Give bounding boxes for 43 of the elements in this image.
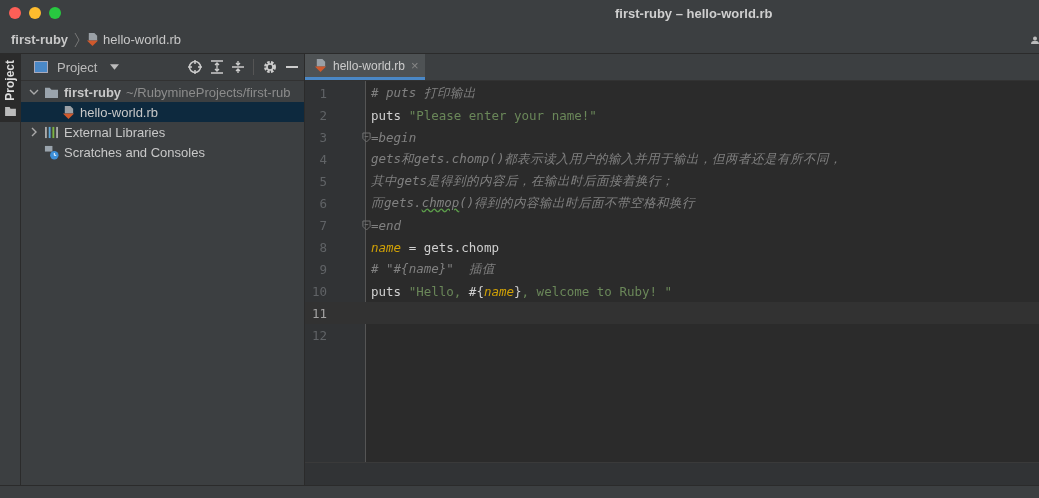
dropdown-caret-icon[interactable]: [110, 64, 120, 70]
code-line: # puts 打印输出: [371, 84, 476, 102]
window-icon: [34, 61, 48, 73]
chevron-right-icon[interactable]: [29, 127, 39, 137]
line-number: 11: [310, 305, 327, 321]
breadcrumb-separator-icon: [74, 31, 81, 48]
project-path: ~/RubymineProjects/first-rub: [126, 84, 291, 100]
fold-marker-icon[interactable]: [362, 131, 371, 143]
chevron-down-icon[interactable]: [29, 87, 39, 97]
editor-tab[interactable]: hello-world.rb ×: [305, 54, 425, 80]
code-line: =end: [371, 217, 402, 233]
code-line: 而gets.chmop()得到的内容输出时后面不带空格和换行: [371, 194, 696, 212]
locate-icon[interactable]: [188, 60, 202, 74]
code-line: # "#{name}" 插值: [371, 260, 495, 278]
user-icon[interactable]: [1031, 34, 1039, 45]
fold-marker-icon[interactable]: [362, 219, 371, 231]
tree-item[interactable]: External Libraries: [64, 124, 166, 140]
settings-icon[interactable]: [263, 60, 277, 74]
project-tool-button[interactable]: Project: [0, 54, 20, 122]
expand-all-icon[interactable]: [211, 60, 223, 74]
panel-title[interactable]: Project: [57, 59, 98, 75]
code-line: =begin: [371, 129, 417, 145]
library-bars-icon: [44, 125, 59, 139]
scratch-clock-icon: [44, 144, 59, 160]
code-line: puts "Please enter your name!": [371, 107, 597, 123]
window-title: first-ruby – hello-world.rb: [615, 5, 773, 21]
minimize-window-button[interactable]: [29, 7, 41, 19]
collapse-all-icon[interactable]: [232, 60, 244, 74]
breadcrumb-item[interactable]: first-ruby: [11, 32, 69, 47]
ruby-file-icon: [314, 58, 327, 73]
close-window-button[interactable]: [9, 7, 21, 19]
folder-icon: [4, 106, 16, 116]
tree-item[interactable]: Scratches and Consoles: [64, 144, 205, 160]
zoom-window-button[interactable]: [49, 7, 61, 19]
ruby-file-icon: [86, 32, 100, 47]
code-line: gets和gets.chomp()都表示读入用户的输入并用于输出，但两者还是有所不同，: [371, 150, 843, 168]
tree-item[interactable]: first-ruby: [64, 84, 122, 100]
breadcrumb-item[interactable]: hello-world.rb: [103, 32, 182, 47]
ruby-file-icon: [62, 104, 75, 120]
code-line: 其中gets是得到的内容后，在输出时后面接着换行；: [371, 172, 675, 190]
code-line: puts "Hello, #{name}, welcome to Ruby! ": [371, 283, 673, 299]
code-line: name = gets.chomp: [371, 239, 499, 255]
folder-icon: [44, 85, 59, 99]
